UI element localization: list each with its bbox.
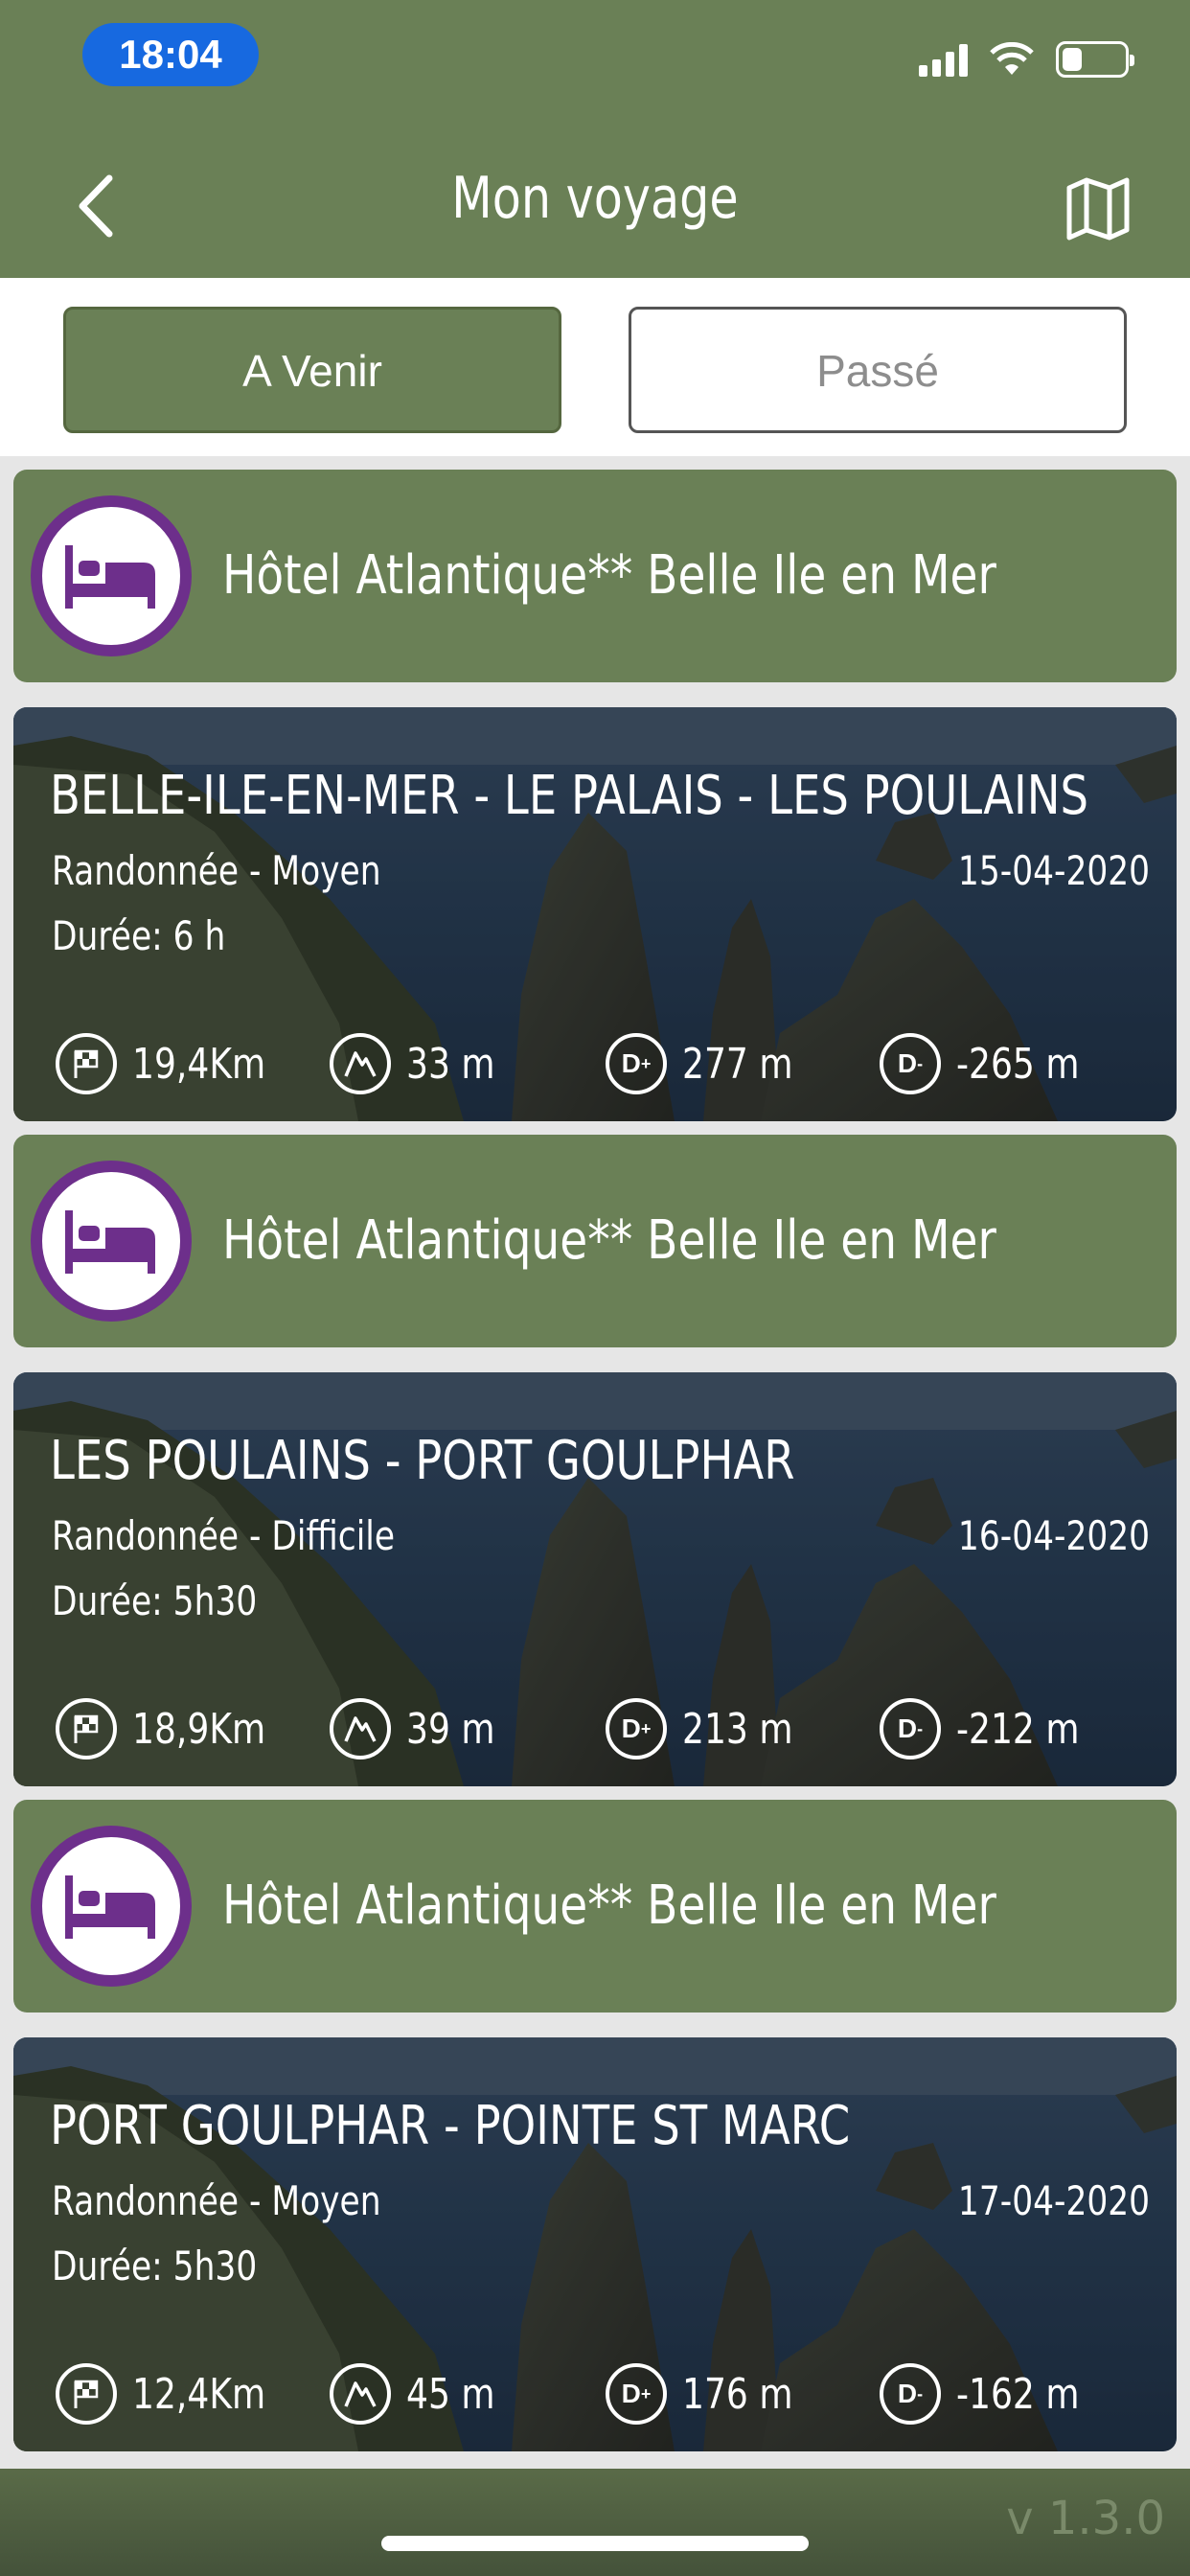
hotel-name: Hôtel Atlantique** Belle Ile en Mer <box>222 544 996 607</box>
stat-altitude: 45 m <box>330 2359 515 2428</box>
hike-card[interactable]: BELLE-ILE-EN-MER - LE PALAIS - LES POULA… <box>13 707 1177 1121</box>
ascent-value: 213 m <box>682 1704 793 1754</box>
hike-title: BELLE-ILE-EN-MER - LE PALAIS - LES POULA… <box>50 765 1089 827</box>
descent-value: -212 m <box>956 1704 1080 1754</box>
d-plus-icon: D + <box>606 1698 667 1760</box>
hike-type: Randonnée - Moyen <box>52 847 381 894</box>
hike-title: PORT GOULPHAR - POINTE ST MARC <box>50 2095 851 2157</box>
page-title: Mon voyage <box>451 165 739 232</box>
tab-upcoming[interactable]: A Venir <box>63 307 561 433</box>
ascent-value: 176 m <box>682 2369 793 2419</box>
header-bar: 18:04 Mon voyage <box>0 0 1190 278</box>
hike-date: 16-04-2020 <box>957 1512 1150 1559</box>
stat-ascent: D + 277 m <box>606 1029 817 1098</box>
tab-past[interactable]: Passé <box>629 307 1127 433</box>
bed-icon <box>65 1875 155 1939</box>
hotel-card[interactable]: Hôtel Atlantique** Belle Ile en Mer <box>13 1800 1177 2012</box>
descent-value: -265 m <box>956 1039 1080 1089</box>
altitude-value: 45 m <box>406 2369 495 2419</box>
hike-duration: Durée: 6 h <box>52 912 226 959</box>
mountain-icon <box>330 1698 391 1760</box>
hike-type: Randonnée - Moyen <box>52 2177 381 2224</box>
altitude-value: 33 m <box>406 1039 495 1089</box>
descent-value: -162 m <box>956 2369 1080 2419</box>
ascent-value: 277 m <box>682 1039 793 1089</box>
hike-card[interactable]: PORT GOULPHAR - POINTE ST MARC Randonnée… <box>13 2037 1177 2451</box>
d-minus-icon: D- <box>880 1698 941 1760</box>
distance-value: 18,9Km <box>132 1704 266 1754</box>
bed-icon <box>65 1210 155 1274</box>
stat-altitude: 39 m <box>330 1694 515 1763</box>
hike-title: LES POULAINS - PORT GOULPHAR <box>50 1430 795 1492</box>
hike-duration: Durée: 5h30 <box>52 2242 258 2289</box>
battery-icon <box>1056 41 1134 78</box>
distance-value: 19,4Km <box>132 1039 266 1089</box>
stat-descent: D- -162 m <box>880 2359 1107 2428</box>
hike-date: 17-04-2020 <box>957 2177 1150 2224</box>
app-version: v 1.3.0 <box>1006 2492 1165 2545</box>
checkered-flag-icon <box>56 1033 117 1094</box>
mountain-icon <box>330 2363 391 2425</box>
hotel-badge <box>31 495 192 656</box>
status-icons <box>919 38 1134 80</box>
hotel-card[interactable]: Hôtel Atlantique** Belle Ile en Mer <box>13 1135 1177 1347</box>
hotel-name: Hôtel Atlantique** Belle Ile en Mer <box>222 1874 996 1937</box>
signal-icon <box>919 42 968 77</box>
mountain-icon <box>330 1033 391 1094</box>
hike-type: Randonnée - Difficile <box>52 1512 396 1559</box>
hike-card[interactable]: LES POULAINS - PORT GOULPHAR Randonnée -… <box>13 1372 1177 1786</box>
checkered-flag-icon <box>56 2363 117 2425</box>
d-plus-icon: D + <box>606 2363 667 2425</box>
hotel-name: Hôtel Atlantique** Belle Ile en Mer <box>222 1209 996 1272</box>
map-icon[interactable] <box>1064 174 1133 243</box>
checkered-flag-icon <box>56 1698 117 1760</box>
hotel-badge <box>31 1161 192 1322</box>
d-minus-icon: D- <box>880 2363 941 2425</box>
distance-value: 12,4Km <box>132 2369 266 2419</box>
stat-distance: 12,4Km <box>56 2359 295 2428</box>
bed-icon <box>65 545 155 609</box>
stat-distance: 18,9Km <box>56 1694 295 1763</box>
stat-ascent: D + 176 m <box>606 2359 817 2428</box>
stat-descent: D- -212 m <box>880 1694 1107 1763</box>
status-time: 18:04 <box>82 23 259 86</box>
stat-ascent: D + 213 m <box>606 1694 817 1763</box>
altitude-value: 39 m <box>406 1704 495 1754</box>
d-minus-icon: D- <box>880 1033 941 1094</box>
stat-descent: D- -265 m <box>880 1029 1107 1098</box>
hike-duration: Durée: 5h30 <box>52 1577 258 1624</box>
stat-distance: 19,4Km <box>56 1029 295 1098</box>
hotel-badge <box>31 1826 192 1987</box>
stat-altitude: 33 m <box>330 1029 515 1098</box>
hike-date: 15-04-2020 <box>957 847 1150 894</box>
hotel-card[interactable]: Hôtel Atlantique** Belle Ile en Mer <box>13 470 1177 682</box>
home-indicator[interactable] <box>381 2536 809 2551</box>
wifi-icon <box>990 42 1034 75</box>
d-plus-icon: D + <box>606 1033 667 1094</box>
